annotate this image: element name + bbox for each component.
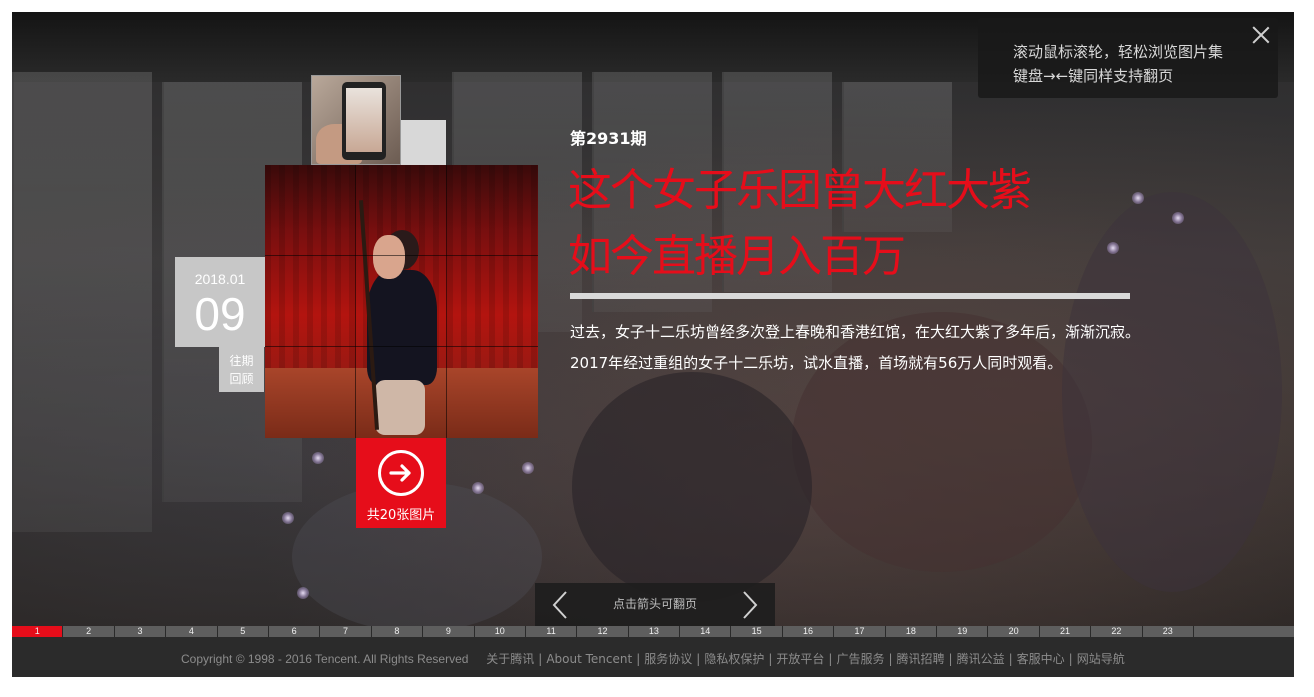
page-strip-item[interactable]: 15 <box>731 626 783 637</box>
cover-image[interactable] <box>265 165 538 438</box>
footer-separator: | <box>538 652 543 666</box>
page-strip-item[interactable]: 12 <box>577 626 629 637</box>
mirror-bulb <box>1107 242 1119 254</box>
footer-separator: | <box>696 652 701 666</box>
mirror-bulb <box>297 587 309 599</box>
view-gallery-button[interactable]: 共20张图片 <box>356 438 446 528</box>
mirror-bulb <box>472 482 484 494</box>
prev-arrow-icon[interactable] <box>535 583 585 626</box>
page-strip-item[interactable]: 13 <box>629 626 681 637</box>
image-count-label: 共20张图片 <box>366 508 436 523</box>
article-title[interactable]: 这个女子乐团曾大红大紫 如今直播月入百万 <box>568 158 1032 290</box>
footer-separator: | <box>1068 652 1073 666</box>
thumbnail-image[interactable] <box>311 75 401 165</box>
pager: 点击箭头可翻页 <box>535 583 775 626</box>
footer-link[interactable]: 腾讯公益 <box>957 652 1005 666</box>
page-strip-item[interactable]: 14 <box>680 626 732 637</box>
page-strip-item[interactable]: 23 <box>1143 626 1194 637</box>
close-icon[interactable] <box>1250 24 1272 46</box>
background-photo: 滚动鼠标滚轮，轻松浏览图片集 键盘→←键同样支持翻页 2018.01 09 往期… <box>12 12 1294 626</box>
page-strip-item[interactable]: 16 <box>783 626 835 637</box>
footer-separator: | <box>948 652 953 666</box>
page-strip-item[interactable]: 5 <box>218 626 269 637</box>
thumbnail-placeholder <box>401 120 446 165</box>
page-strip-item[interactable]: 18 <box>886 626 938 637</box>
page-strip-item[interactable]: 3 <box>115 626 167 637</box>
page-strip-item[interactable]: 8 <box>372 626 424 637</box>
past-issues-button[interactable]: 往期 回顾 <box>219 347 264 392</box>
crowd-shape <box>572 372 812 602</box>
copyright: Copyright © 1998 - 2016 Tencent. All Rig… <box>181 652 469 666</box>
page-strip-item[interactable]: 1 <box>12 626 64 637</box>
mirror-bulb <box>1132 192 1144 204</box>
date-day: 09 <box>194 288 246 340</box>
usage-hint: 滚动鼠标滚轮，轻松浏览图片集 键盘→←键同样支持翻页 <box>978 18 1278 98</box>
page-strip: 1 2 3 4 5 6 7 8 9 10 11 12 13 14 15 16 17 18 19 20 21 22 23 <box>12 626 1294 637</box>
footer: Copyright © 1998 - 2016 Tencent. All Rig… <box>12 637 1294 677</box>
hint-line-2: 键盘→←键同样支持翻页 <box>1013 67 1174 85</box>
title-divider <box>570 293 1130 299</box>
page-strip-item[interactable]: 6 <box>269 626 321 637</box>
page-strip-item[interactable]: 17 <box>834 626 886 637</box>
crowd-shape <box>1062 192 1282 592</box>
footer-link[interactable]: 关于腾讯 <box>486 652 534 666</box>
scene-panel <box>12 72 152 532</box>
footer-link[interactable]: 广告服务 <box>836 652 884 666</box>
footer-separator: | <box>828 652 833 666</box>
page-strip-item[interactable]: 10 <box>475 626 526 637</box>
page-strip-item[interactable]: 19 <box>937 626 989 637</box>
footer-link[interactable]: 服务协议 <box>644 652 692 666</box>
page-strip-item[interactable]: 20 <box>988 626 1040 637</box>
issue-date: 2018.01 09 <box>175 257 265 347</box>
mirror-bulb <box>282 512 294 524</box>
page-strip-item[interactable]: 21 <box>1040 626 1092 637</box>
footer-link[interactable]: 客服中心 <box>1017 652 1065 666</box>
arrow-right-circle-icon <box>378 450 424 496</box>
article-description: 过去，女子十二乐坊曾经多次登上春晚和香港红馆，在大红大紫了多年后，渐渐沉寂。20… <box>570 323 1141 372</box>
page-strip-item[interactable]: 22 <box>1091 626 1143 637</box>
page-strip-item[interactable]: 7 <box>320 626 372 637</box>
footer-separator: | <box>1008 652 1013 666</box>
page-strip-item[interactable]: 4 <box>166 626 218 637</box>
footer-link[interactable]: 腾讯招聘 <box>897 652 945 666</box>
gallery-window: 滚动鼠标滚轮，轻松浏览图片集 键盘→←键同样支持翻页 2018.01 09 往期… <box>12 12 1294 677</box>
issue-number: 第2931期 <box>570 129 647 148</box>
page-strip-item[interactable]: 2 <box>63 626 115 637</box>
mirror-bulb <box>312 452 324 464</box>
pager-hint: 点击箭头可翻页 <box>612 597 697 611</box>
mirror-bulb <box>1172 212 1184 224</box>
footer-link[interactable]: 开放平台 <box>776 652 824 666</box>
page-strip-item[interactable]: 11 <box>526 626 578 637</box>
next-arrow-icon[interactable] <box>725 583 775 626</box>
footer-link[interactable]: 隐私权保护 <box>704 652 764 666</box>
footer-link[interactable]: About Tencent <box>546 652 632 666</box>
phone-shape <box>342 82 386 160</box>
footer-separator: | <box>888 652 893 666</box>
footer-separator: | <box>768 652 773 666</box>
footer-separator: | <box>636 652 641 666</box>
past-issues-label-2: 回顾 <box>229 372 254 386</box>
mirror-bulb <box>522 462 534 474</box>
footer-link[interactable]: 网站导航 <box>1077 652 1125 666</box>
date-year-month: 2018.01 <box>194 271 246 287</box>
title-line-2: 如今直播月入百万 <box>568 231 906 282</box>
hint-line-1: 滚动鼠标滚轮，轻松浏览图片集 <box>1013 43 1224 61</box>
page-strip-item[interactable]: 9 <box>423 626 475 637</box>
title-line-1: 这个女子乐团曾大红大紫 <box>568 165 1032 216</box>
past-issues-label-1: 往期 <box>229 354 254 368</box>
